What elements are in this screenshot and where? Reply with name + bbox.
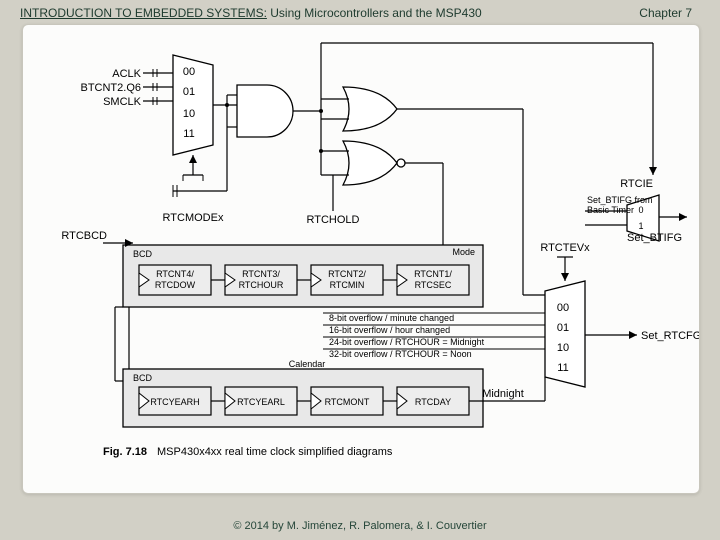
nor-gate xyxy=(343,141,405,185)
svg-text:24-bit overflow / RTCHOUR = Mi: 24-bit overflow / RTCHOUR = Midnight xyxy=(329,337,485,347)
svg-text:RTCNT2/: RTCNT2/ xyxy=(328,269,366,279)
svg-text:RTCYEARH: RTCYEARH xyxy=(150,397,199,407)
svg-text:Mode: Mode xyxy=(452,247,475,257)
rtcyearl-chip: RTCYEARL xyxy=(225,387,297,415)
svg-text:RTCNT4/: RTCNT4/ xyxy=(156,269,194,279)
svg-text:8-bit overflow / minute change: 8-bit overflow / minute changed xyxy=(329,313,454,323)
rtctevx-label: RTCTEVx xyxy=(540,242,590,254)
svg-text:RTCYEARL: RTCYEARL xyxy=(237,397,285,407)
svg-text:11: 11 xyxy=(183,128,194,140)
figure-card: 00 01 10 11 ACLK BTCNT2.Q6 SMCLK xyxy=(22,24,700,494)
svg-text:BCD: BCD xyxy=(133,373,153,383)
rtcnt1-chip: RTCNT1/ RTCSEC xyxy=(397,265,469,295)
svg-text:1: 1 xyxy=(638,221,643,231)
smclk-label: SMCLK xyxy=(103,96,142,108)
svg-text:RTCHOUR: RTCHOUR xyxy=(239,280,284,290)
svg-text:32-bit overflow / RTCHOUR = No: 32-bit overflow / RTCHOUR = Noon xyxy=(329,349,472,359)
svg-text:Calendar: Calendar xyxy=(289,359,326,369)
fig-text: MSP430x4xx real time clock simplified di… xyxy=(157,446,393,458)
svg-text:10: 10 xyxy=(183,108,195,120)
rtcie-label: RTCIE xyxy=(620,178,653,190)
setbtifg-label: Set_BTIFG xyxy=(627,232,682,244)
aclk-label: ACLK xyxy=(112,68,141,80)
midnight-label: Midnight xyxy=(482,388,524,400)
svg-text:RTCDAY: RTCDAY xyxy=(415,397,451,407)
rtcyearh-chip: RTCYEARH xyxy=(139,387,211,415)
rtcday-chip: RTCDAY xyxy=(397,387,469,415)
copyright: © 2014 by M. Jiménez, R. Palomera, & I. … xyxy=(0,520,720,532)
rtcnt2-chip: RTCNT2/ RTCMIN xyxy=(311,265,383,295)
rtchold-label: RTCHOLD xyxy=(307,214,360,226)
svg-text:RTCDOW: RTCDOW xyxy=(155,280,196,290)
diagram-svg: 00 01 10 11 ACLK BTCNT2.Q6 SMCLK xyxy=(23,25,699,493)
fig-num: Fig. 7.18 xyxy=(103,446,147,458)
svg-text:10: 10 xyxy=(557,342,569,354)
rtcnt4-chip: RTCNT4/ RTCDOW xyxy=(139,265,211,295)
overflow-notes: 8-bit overflow / minute changed 16-bit o… xyxy=(323,313,545,359)
svg-text:01: 01 xyxy=(557,322,569,334)
or-gate xyxy=(343,87,397,131)
rtcbcd-label: RTCBCD xyxy=(61,230,107,242)
clock-mux: 00 01 10 11 xyxy=(173,55,213,155)
svg-text:16-bit overflow / hour changed: 16-bit overflow / hour changed xyxy=(329,325,450,335)
svg-text:Set_BTIFG from: Set_BTIFG from xyxy=(587,195,653,205)
rtctev-mux: 00 01 10 11 xyxy=(545,281,585,387)
and-gate xyxy=(237,85,293,137)
rtcmont-chip: RTCMONT xyxy=(311,387,383,415)
book-title: INTRODUCTION TO EMBEDDED SYSTEMS: Using … xyxy=(20,6,482,20)
rtcnt3-chip: RTCNT3/ RTCHOUR xyxy=(225,265,297,295)
svg-text:RTCNT3/: RTCNT3/ xyxy=(242,269,280,279)
svg-text:RTCNT1/: RTCNT1/ xyxy=(414,269,452,279)
svg-text:RTCSEC: RTCSEC xyxy=(415,280,452,290)
setrtcfg-label: Set_RTCFG xyxy=(641,330,699,342)
svg-text:00: 00 xyxy=(557,302,569,314)
svg-text:0: 0 xyxy=(638,205,643,215)
svg-text:00: 00 xyxy=(183,66,195,78)
btcnt2-label: BTCNT2.Q6 xyxy=(80,82,141,94)
svg-text:RTCMIN: RTCMIN xyxy=(330,280,365,290)
svg-text:Basic Timer: Basic Timer xyxy=(587,205,634,215)
chapter-label: Chapter 7 xyxy=(639,6,692,20)
svg-text:01: 01 xyxy=(183,86,195,98)
svg-text:RTCMONT: RTCMONT xyxy=(325,397,370,407)
svg-text:11: 11 xyxy=(557,362,568,374)
svg-text:BCD: BCD xyxy=(133,249,153,259)
rtcmodex-label: RTCMODEx xyxy=(163,212,224,224)
